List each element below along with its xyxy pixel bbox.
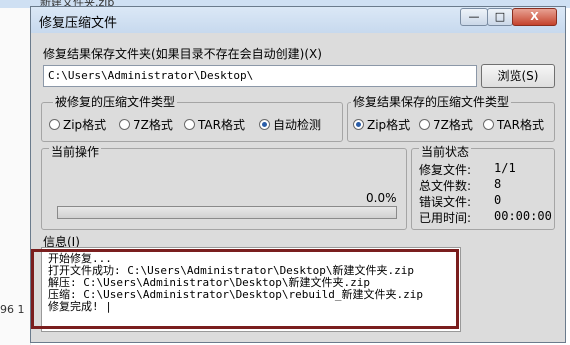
status-label-repaired: 修复文件: <box>419 163 472 177</box>
log-line: 修复完成! | <box>48 300 112 313</box>
radio-circle-selected <box>259 119 270 130</box>
radio-circle <box>419 119 430 130</box>
radio-label: 7Z格式 <box>433 118 473 132</box>
repair-type-zip-radio[interactable]: Zip格式 <box>49 116 106 133</box>
repair-type-title: 被修复的压缩文件类型 <box>53 93 178 110</box>
maximize-button[interactable]: □ <box>487 8 513 26</box>
window-title: 修复压缩文件 <box>39 16 118 31</box>
radio-label: Zip格式 <box>367 118 411 132</box>
result-type-title: 修复结果保存的压缩文件类型 <box>351 93 512 110</box>
radio-circle <box>119 119 130 130</box>
status-label-elapsed: 已用时间: <box>419 211 472 225</box>
current-operation-title: 当前操作 <box>49 143 102 160</box>
status-value-errors: 0 <box>494 193 502 207</box>
repair-dialog: 修复压缩文件 — □ X 修复结果保存文件夹(如果目录不存在会自动创建)(X) … <box>30 6 566 343</box>
radio-label: 自动检测 <box>273 118 322 132</box>
progress-percent: 0.0% <box>366 191 397 205</box>
progress-bar <box>57 206 397 219</box>
status-value-elapsed: 00:00:00 <box>494 209 552 223</box>
background-text-fragment: 96 1 <box>0 303 25 316</box>
close-button[interactable]: X <box>512 8 557 26</box>
status-label-errors: 错误文件: <box>419 195 472 209</box>
result-type-zip-radio[interactable]: Zip格式 <box>353 116 410 133</box>
status-value-repaired: 1/1 <box>494 161 516 175</box>
title-bar[interactable]: 修复压缩文件 — □ X <box>31 7 565 33</box>
current-status-title: 当前状态 <box>419 143 472 160</box>
radio-circle <box>49 119 60 130</box>
radio-label: TAR格式 <box>198 118 245 132</box>
repair-type-auto-radio[interactable]: 自动检测 <box>259 116 321 133</box>
radio-label: 7Z格式 <box>133 118 173 132</box>
save-path-input[interactable]: C:\Users\Administrator\Desktop\ <box>43 65 477 87</box>
radio-label: Zip格式 <box>63 118 107 132</box>
radio-circle <box>184 119 195 130</box>
status-value-total: 8 <box>494 177 502 191</box>
result-type-tar-radio[interactable]: TAR格式 <box>483 116 544 133</box>
browse-button[interactable]: 浏览(S) <box>481 64 555 88</box>
radio-label: TAR格式 <box>497 118 544 132</box>
radio-circle-selected <box>353 119 364 130</box>
save-folder-label: 修复结果保存文件夹(如果目录不存在会自动创建)(X) <box>43 47 322 61</box>
result-type-7z-radio[interactable]: 7Z格式 <box>419 116 473 133</box>
info-log[interactable]: 开始修复... 打开文件成功: C:\Users\Administrator\D… <box>41 247 461 332</box>
background-side-panel <box>0 8 31 345</box>
status-label-total: 总文件数: <box>419 179 472 193</box>
minimize-button[interactable]: — <box>460 8 488 26</box>
repair-type-7z-radio[interactable]: 7Z格式 <box>119 116 173 133</box>
repair-type-tar-radio[interactable]: TAR格式 <box>184 116 245 133</box>
radio-circle <box>483 119 494 130</box>
